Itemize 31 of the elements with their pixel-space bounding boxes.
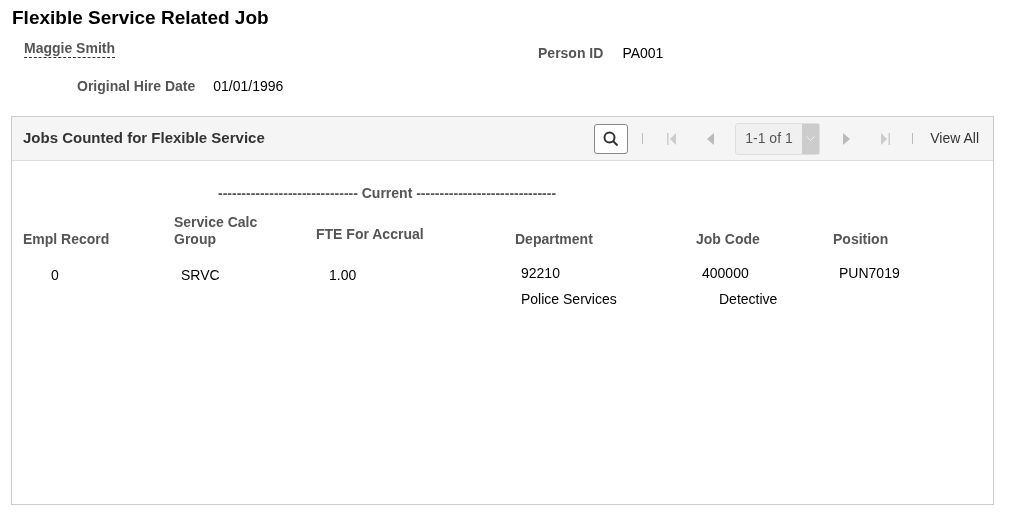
page-title: Flexible Service Related Job — [12, 6, 269, 30]
previous-page-icon[interactable] — [707, 132, 716, 145]
person-id-label: Person ID — [538, 44, 604, 63]
table-cell-text: Detective — [718, 290, 779, 309]
search-button[interactable] — [594, 123, 629, 154]
column-header: Position — [833, 231, 890, 248]
hire-date-value: 01/01/1996 — [213, 77, 284, 96]
group-heading: ------------------------------ Current ------------------------------ — [218, 185, 557, 201]
grid-title: Jobs Counted for Flexible Service — [23, 128, 265, 149]
column-header: Department — [515, 231, 594, 248]
person-id-value: PA001 — [622, 44, 664, 63]
page-range-dropdown[interactable]: 1-1 of 1 — [735, 122, 821, 155]
chevron-down-icon — [806, 136, 816, 141]
search-icon — [603, 130, 620, 147]
last-page-icon[interactable] — [880, 132, 891, 145]
column-header: Service Calc Group — [174, 214, 259, 248]
first-page-icon[interactable] — [667, 132, 678, 145]
column-header: Empl Record — [23, 231, 111, 248]
table-cell: 0 — [51, 267, 59, 283]
table-cell-text: 400000 — [702, 264, 750, 283]
table-cell: PUN7019 — [839, 265, 900, 281]
next-page-icon[interactable] — [842, 132, 851, 145]
hire-date-label: Original Hire Date — [77, 77, 196, 96]
table-cell-text: Police Services — [521, 290, 618, 309]
table-cell: 1.00 — [329, 267, 357, 283]
table-cell: SRVC — [181, 267, 220, 283]
view-all-link[interactable]: View All — [930, 128, 979, 149]
column-header: FTE For Accrual — [316, 226, 425, 244]
person-name-link[interactable]: Maggie Smith — [24, 38, 115, 58]
table-cell-text: 92210 — [521, 264, 561, 283]
column-header: Job Code — [696, 231, 761, 248]
